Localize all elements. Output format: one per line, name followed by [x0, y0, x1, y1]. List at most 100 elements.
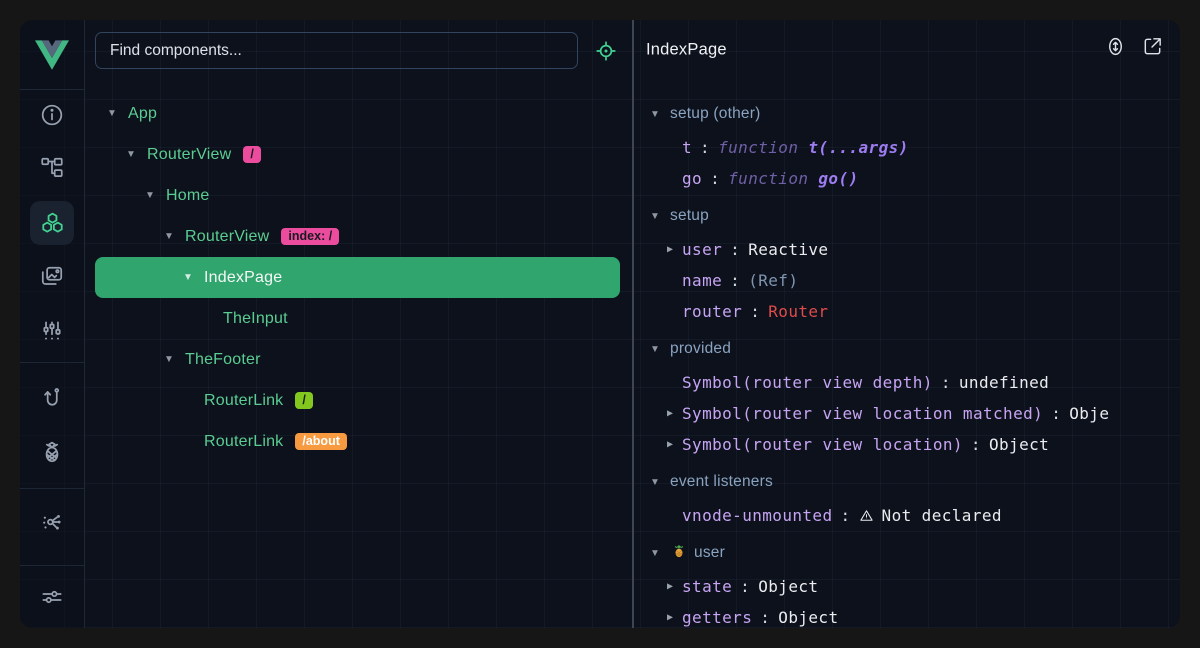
chevron-down-icon: ▼: [648, 477, 662, 488]
sidebar-item-graph[interactable]: [30, 500, 74, 544]
key-value-separator: :: [742, 302, 768, 321]
state-key: Symbol(router view location): [682, 435, 963, 454]
component-label: RouterLink: [204, 392, 283, 410]
state-value: Object: [778, 608, 838, 627]
chevron-down-icon[interactable]: ▼: [104, 108, 120, 119]
chevron-down-icon[interactable]: ▼: [180, 272, 196, 283]
sidebar-item-router[interactable]: [30, 376, 74, 420]
section-title: setup: [670, 207, 709, 225]
sidebar-item-pages[interactable]: [30, 255, 74, 299]
key-value-separator: :: [692, 138, 718, 157]
state-row: vnode-unmounted:Not declared: [634, 500, 1180, 531]
function-signature: t(...args): [798, 138, 908, 157]
sidebar-item-components[interactable]: [30, 201, 74, 245]
state-row[interactable]: ▶Symbol(router view location):Object: [634, 429, 1180, 460]
key-value-separator: :: [933, 373, 959, 392]
tree-row-routerlink[interactable]: RouterLink/: [95, 380, 620, 421]
component-label: RouterView: [147, 146, 231, 164]
chevron-right-icon[interactable]: ▶: [665, 244, 682, 255]
chevron-down-icon: ▼: [648, 109, 662, 120]
vue-devtools-window: ▼ App ▼ RouterView / ▼Home▼RouterViewindex: /…: [20, 20, 1180, 628]
state-row[interactable]: ▶Symbol(router view location matched):Ob…: [634, 398, 1180, 429]
state-row[interactable]: ▶getters:Object: [634, 602, 1180, 628]
section-title: setup (other): [670, 105, 760, 123]
scroll-to-component-button[interactable]: [1100, 31, 1130, 61]
state-row: go:functiongo(): [634, 163, 1180, 194]
sidebar-divider: [20, 362, 84, 363]
state-row[interactable]: ▶user:Reactive: [634, 234, 1180, 265]
scroll-to-component-icon: [1104, 35, 1127, 58]
state-key: state: [682, 577, 732, 596]
section-header-setup[interactable]: ▼setup: [634, 198, 1180, 234]
state-row: name: (Ref): [634, 265, 1180, 296]
state-value: undefined: [959, 373, 1049, 392]
state-row: t:functiont(...args): [634, 132, 1180, 163]
state-panel: IndexPage ▼setup (other)t:functiont(...a…: [634, 20, 1180, 628]
tree-row-home[interactable]: ▼Home: [95, 175, 620, 216]
component-label: IndexPage: [204, 269, 282, 287]
chevron-down-icon: ▼: [648, 548, 662, 559]
state-key: getters: [682, 608, 752, 627]
section-title: provided: [670, 340, 731, 358]
state-section: ▼setup (other)t:functiont(...args)go:fun…: [634, 96, 1180, 194]
inspect-component-button[interactable]: [591, 36, 621, 66]
tree-row-theinput[interactable]: TheInput: [95, 298, 620, 339]
chevron-right-icon[interactable]: ▶: [665, 439, 682, 450]
selected-component-title: IndexPage: [646, 41, 727, 60]
section-title: event listeners: [670, 473, 773, 491]
state-panel-header: IndexPage: [634, 20, 1180, 80]
vue-logo: [20, 20, 84, 90]
chevron-down-icon[interactable]: ▼: [123, 149, 139, 160]
tree-row-routerview[interactable]: ▼ RouterView /: [95, 134, 620, 175]
key-value-separator: :: [722, 240, 748, 259]
section-header-event-listeners[interactable]: ▼ event listeners: [634, 464, 1180, 500]
state-key: t: [682, 138, 692, 157]
hexagons-icon: [39, 210, 66, 237]
sidebar-item-pinia[interactable]: [30, 430, 74, 474]
route-badge: /about: [295, 433, 347, 451]
graph-nodes-icon: [39, 509, 65, 535]
warning-icon: [859, 508, 874, 523]
tree-row-thefooter[interactable]: ▼TheFooter: [95, 339, 620, 380]
state-section: ▼ event listeners vnode-unmounted:Not decl…: [634, 464, 1180, 531]
section-header-provided[interactable]: ▼provided: [634, 331, 1180, 367]
chevron-right-icon[interactable]: ▶: [665, 612, 682, 623]
key-value-separator: :: [702, 169, 728, 188]
chevron-right-icon[interactable]: ▶: [665, 408, 682, 419]
sidebar-item-elements[interactable]: [30, 146, 74, 190]
state-value: (Ref): [748, 271, 798, 290]
chevron-down-icon[interactable]: ▼: [142, 190, 158, 201]
sliders-icon: [39, 584, 65, 610]
tree-row-app[interactable]: ▼ App: [95, 93, 620, 134]
sidebar-item-settings[interactable]: [30, 575, 74, 619]
sidebar-item-overview[interactable]: [30, 93, 74, 137]
section-title: user: [694, 544, 725, 562]
state-row[interactable]: ▶state:Object: [634, 571, 1180, 602]
function-keyword: function: [728, 169, 808, 188]
chevron-down-icon[interactable]: ▼: [161, 354, 177, 365]
component-label: RouterLink: [204, 433, 283, 451]
tree-row-indexpage[interactable]: ▼ IndexPage: [95, 257, 620, 298]
pineapple-icon: [39, 439, 65, 465]
route-badge: /: [243, 146, 260, 164]
sidebar-item-timeline[interactable]: [30, 309, 74, 353]
chevron-right-icon[interactable]: ▶: [665, 581, 682, 592]
search-box: [95, 32, 578, 69]
state-key: go: [682, 169, 702, 188]
state-sections: ▼setup (other)t:functiont(...args)go:fun…: [634, 90, 1180, 628]
function-signature: go(): [808, 169, 858, 188]
tree-row-routerlink[interactable]: RouterLink/about: [95, 421, 620, 462]
tree-row-routerview[interactable]: ▼RouterViewindex: /: [95, 216, 620, 257]
open-in-editor-button[interactable]: [1137, 31, 1167, 61]
key-value-separator: :: [1043, 404, 1069, 423]
section-header-user[interactable]: ▼ user: [634, 535, 1180, 571]
state-key: Symbol(router view depth): [682, 373, 933, 392]
section-header-setup-other-[interactable]: ▼ setup (other): [634, 96, 1180, 132]
open-in-editor-icon: [1141, 35, 1164, 58]
key-value-separator: :: [963, 435, 989, 454]
key-value-separator: :: [752, 608, 778, 627]
component-label: App: [128, 105, 157, 123]
chevron-down-icon[interactable]: ▼: [161, 231, 177, 242]
search-input[interactable]: [96, 42, 577, 60]
state-key: user: [682, 240, 722, 259]
